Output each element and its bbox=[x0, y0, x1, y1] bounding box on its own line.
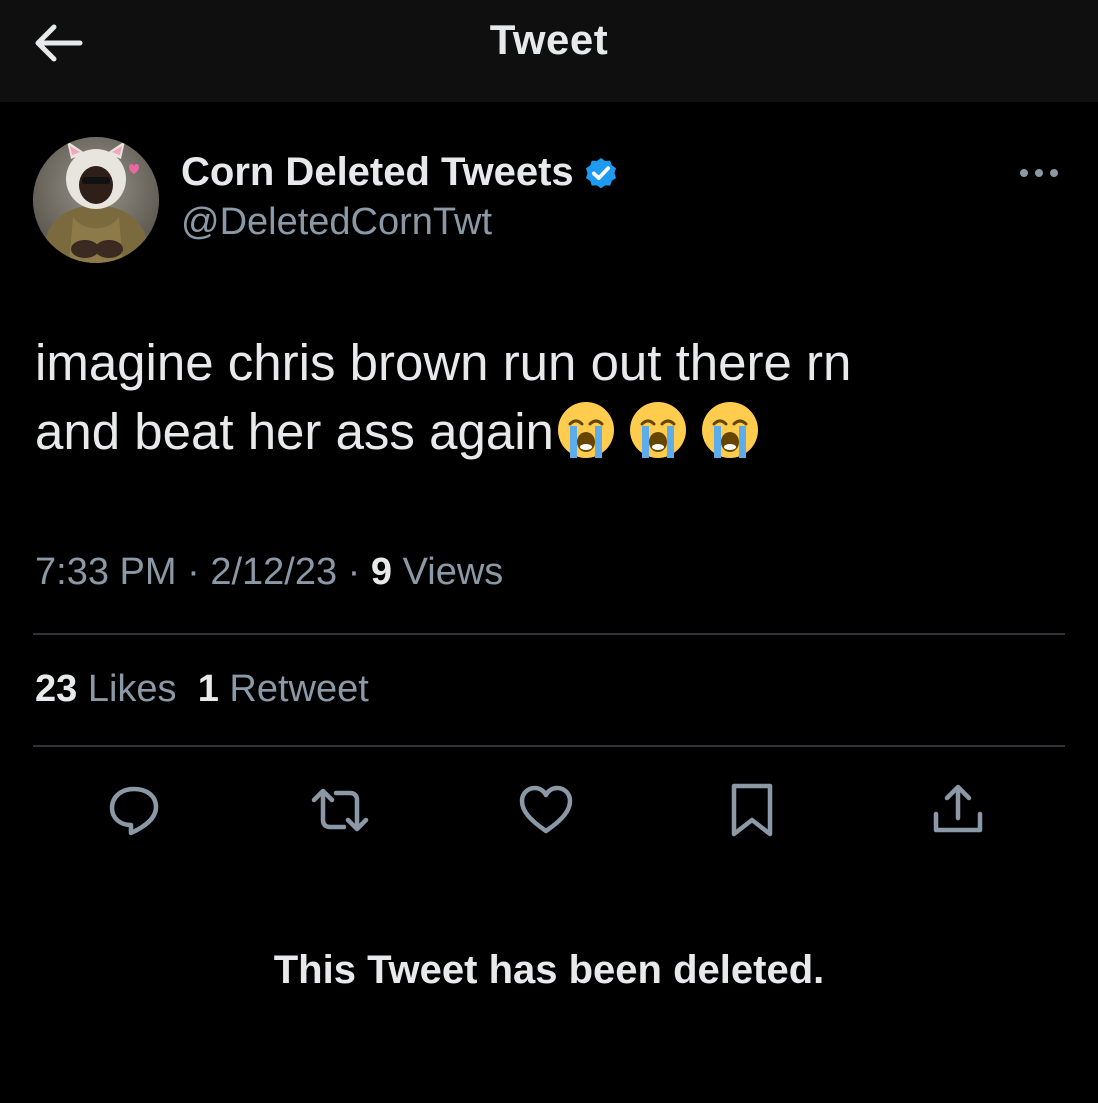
reply-button[interactable] bbox=[104, 780, 164, 840]
top-bar: Tweet bbox=[0, 0, 1098, 102]
action-bar bbox=[0, 780, 1098, 840]
share-button[interactable] bbox=[928, 780, 988, 840]
tweet-text: imagine chris brown run out there rn and… bbox=[35, 328, 1075, 466]
heart-icon bbox=[519, 785, 573, 834]
retweet-icon bbox=[311, 788, 369, 832]
bookmark-icon bbox=[731, 783, 773, 837]
likes-label: Likes bbox=[87, 668, 177, 710]
tweet-time: 7:33 PM bbox=[35, 551, 177, 593]
more-horizontal-icon bbox=[1020, 169, 1058, 177]
emoji-group bbox=[556, 400, 772, 460]
divider bbox=[33, 633, 1065, 635]
likes-stat[interactable]: 23 Likes bbox=[35, 668, 177, 711]
page-title: Tweet bbox=[489, 16, 609, 63]
meta-separator: · bbox=[187, 551, 200, 593]
views-label: Views bbox=[402, 551, 504, 593]
verified-badge-icon bbox=[585, 157, 616, 188]
retweets-count: 1 bbox=[197, 668, 219, 710]
tweet-meta: 7:33 PM · 2/12/23 · 9 Views bbox=[35, 551, 503, 594]
loudly-crying-face-emoji-icon bbox=[629, 401, 686, 458]
engagement-stats: 23 Likes 1 Retweet bbox=[35, 668, 369, 711]
share-icon bbox=[933, 784, 983, 833]
loudly-crying-face-emoji-icon bbox=[557, 401, 614, 458]
like-button[interactable] bbox=[516, 780, 576, 840]
likes-count: 23 bbox=[35, 668, 78, 710]
more-options-button[interactable] bbox=[1012, 160, 1066, 186]
author-handle[interactable]: @DeletedCornTwt bbox=[181, 201, 492, 244]
avatar[interactable] bbox=[33, 137, 159, 263]
tweet-date: 2/12/23 bbox=[210, 551, 338, 593]
profile-avatar-image bbox=[33, 137, 159, 263]
author-display-name[interactable]: Corn Deleted Tweets bbox=[181, 150, 620, 195]
divider bbox=[33, 745, 1065, 747]
views-stat[interactable]: 9 Views bbox=[371, 551, 503, 593]
loudly-crying-face-emoji-icon bbox=[701, 401, 758, 458]
reply-icon bbox=[109, 786, 159, 836]
bookmark-button[interactable] bbox=[722, 780, 782, 840]
author-name-text: Corn Deleted Tweets bbox=[181, 150, 574, 194]
tweet-text-line-2: and beat her ass again bbox=[35, 397, 1075, 466]
meta-separator: · bbox=[347, 551, 361, 593]
tweet-deleted-message: This Tweet has been deleted. bbox=[273, 948, 825, 992]
retweets-label: Retweet bbox=[229, 668, 369, 710]
tweet-text-line-1: imagine chris brown run out there rn bbox=[35, 334, 852, 391]
retweets-stat[interactable]: 1 Retweet bbox=[198, 668, 369, 711]
tweet-text-line-2-text: and beat her ass again bbox=[35, 403, 554, 460]
retweet-button[interactable] bbox=[310, 780, 370, 840]
views-count: 9 bbox=[370, 551, 393, 593]
